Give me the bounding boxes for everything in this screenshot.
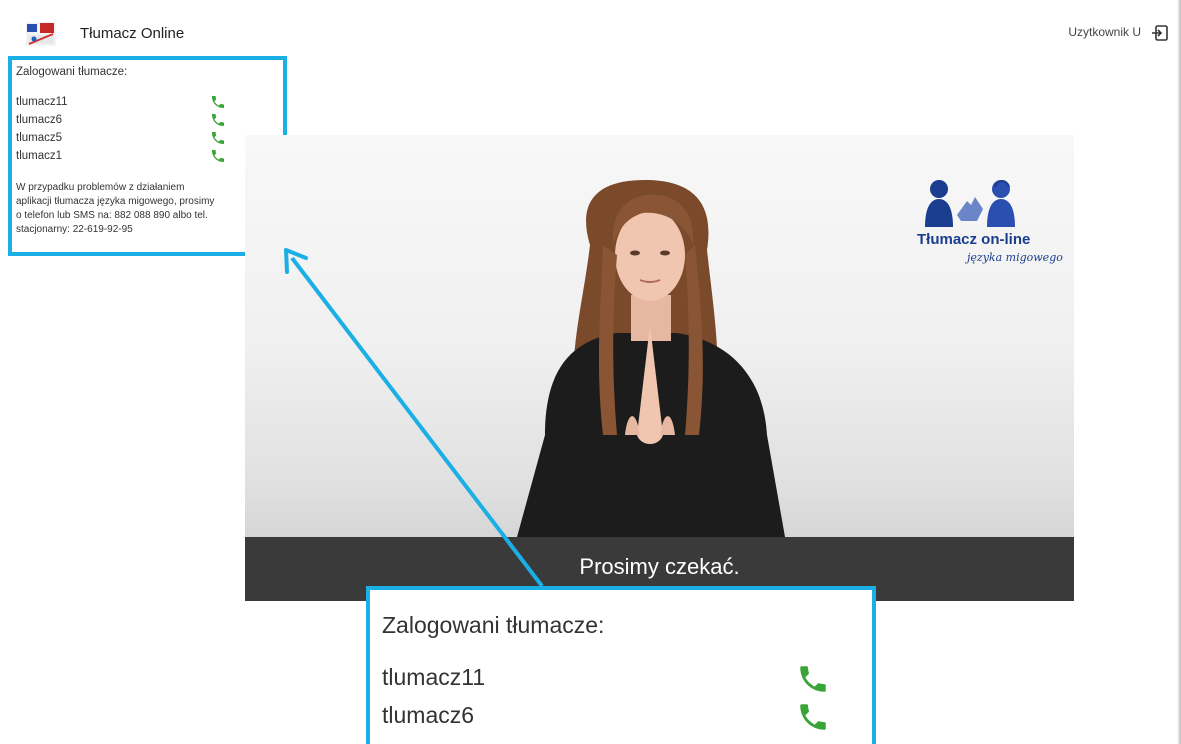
- brand-subtitle: języka migowego: [967, 251, 1063, 264]
- brand-logo: Tłumacz on-line języka migowego: [913, 175, 1063, 285]
- interpreter-row: tlumacz5: [16, 130, 236, 148]
- interpreter-name-zoom: tlumacz6: [382, 702, 475, 728]
- interpreter-row: tlumacz1: [16, 148, 236, 166]
- video-caption: Prosimy czekać.: [579, 554, 740, 579]
- phone-icon[interactable]: [210, 94, 226, 110]
- interpreter-row: tlumacz6: [16, 112, 236, 130]
- app-logo-icon[interactable]: [26, 22, 56, 46]
- interpreters-heading-zoom: Zalogowani tłumacze:: [382, 612, 605, 638]
- interpreter-name: tlumacz5: [16, 132, 63, 144]
- interpreter-row-zoom: tlumacz11: [382, 662, 852, 698]
- interpreter-name-zoom: tlumacz11: [382, 664, 486, 690]
- interpreter-name: tlumacz1: [16, 150, 63, 162]
- interpreters-heading: Zalogowani tłumacze:: [16, 66, 128, 78]
- interpreter-row: tlumacz11: [16, 94, 236, 112]
- phone-icon[interactable]: [210, 130, 226, 146]
- app-title: Tłumacz Online: [80, 25, 185, 42]
- support-info-line: W przypadku problemów z działaniem: [16, 182, 185, 193]
- brand-figures-icon: [925, 180, 1015, 227]
- brand-title: Tłumacz on-line: [917, 231, 1031, 248]
- interpreter-row-zoom: tlumacz6: [382, 700, 852, 736]
- interpreter-name: tlumacz6: [16, 114, 63, 126]
- support-info-line: stacjonarny: 22-619-92-95: [16, 224, 133, 235]
- phone-icon[interactable]: [210, 148, 226, 164]
- user-name[interactable]: Uzytkownik U: [1068, 25, 1141, 39]
- page-edge-shadow: [1177, 0, 1181, 744]
- phone-icon[interactable]: [796, 662, 830, 696]
- phone-icon[interactable]: [210, 112, 226, 128]
- video-player[interactable]: Tłumacz on-line języka migowego Prosimy …: [245, 135, 1074, 601]
- logout-icon[interactable]: [1151, 24, 1169, 42]
- support-info: W przypadku problemów z działaniem aplik…: [16, 181, 248, 237]
- page: Tłumacz Online Uzytkownik U Zalogowani t…: [0, 0, 1181, 744]
- support-info-line: aplikacji tłumacza języka migowego, pros…: [16, 196, 215, 207]
- support-info-line: o telefon lub SMS na: 882 088 890 albo t…: [16, 210, 208, 221]
- interpreter-name: tlumacz11: [16, 96, 68, 108]
- phone-icon[interactable]: [796, 700, 830, 734]
- interpreters-panel-zoom: Zalogowani tłumacze: tlumacz11 tlumacz6: [366, 586, 876, 744]
